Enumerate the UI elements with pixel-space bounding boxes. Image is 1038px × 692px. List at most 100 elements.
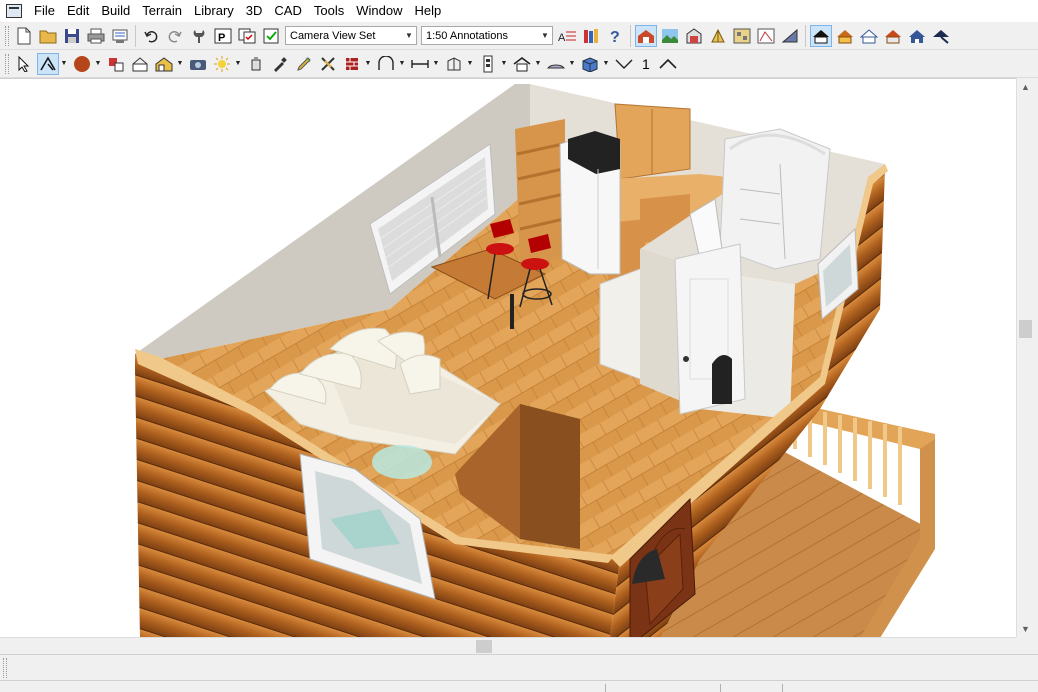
house-symbol-icon[interactable] (153, 53, 175, 75)
cross-section-icon[interactable] (683, 25, 705, 47)
camera-icon[interactable] (635, 24, 657, 47)
3d-camera-view[interactable] (0, 78, 1016, 637)
light-icon[interactable] (211, 53, 233, 75)
menu-bar: File Edit Build Terrain Library 3D CAD T… (0, 0, 1038, 22)
roof-icon-2[interactable] (834, 25, 856, 47)
chevron-down-icon[interactable]: ▼ (398, 53, 406, 75)
annotation-set-value: 1:50 Annotations (426, 29, 508, 42)
chevron-down-icon[interactable]: ▼ (568, 53, 576, 75)
select-arrow-icon[interactable] (13, 53, 35, 75)
roof-icon-3[interactable] (858, 25, 880, 47)
check-mark-icon[interactable] (613, 53, 635, 75)
main-toolbar: P Camera View Set ▼ 1:50 Annotations ▼ A… (0, 22, 1038, 50)
chair (712, 355, 732, 404)
plan-3d-icon[interactable] (731, 25, 753, 47)
save-icon[interactable] (61, 25, 83, 47)
chevron-down-icon[interactable]: ▼ (534, 53, 542, 75)
menu-terrain[interactable]: Terrain (136, 0, 188, 22)
eyedropper-icon[interactable] (269, 53, 291, 75)
menu-3d[interactable]: 3D (240, 0, 269, 22)
paint-bucket-icon[interactable] (245, 53, 267, 75)
menu-window[interactable]: Window (350, 0, 408, 22)
menu-edit[interactable]: Edit (61, 0, 95, 22)
scroll-up-icon[interactable]: ▲ (1017, 78, 1034, 95)
dimension-icon[interactable] (409, 53, 431, 75)
edit-toolbar: ▼ ▼ ▼ ▼ ▼ ▼ ▼ ▼ ▼ ▼ ▼ ▼ 1 (0, 50, 1038, 78)
chevron-down-icon[interactable]: ▼ (176, 53, 184, 75)
chevron-down-icon[interactable]: ▼ (466, 53, 474, 75)
refrigerator (559, 131, 621, 275)
menu-file[interactable]: File (28, 0, 61, 22)
cabin-3d-render[interactable] (0, 79, 1016, 637)
svg-text:A: A (558, 32, 566, 44)
scroll-down-icon[interactable]: ▼ (1017, 620, 1034, 637)
perspective-icon[interactable] (779, 25, 801, 47)
text-style-icon[interactable]: A (556, 25, 578, 47)
roof-icon-4[interactable] (882, 25, 904, 47)
menu-library[interactable]: Library (188, 0, 240, 22)
undo-icon[interactable] (140, 25, 162, 47)
wrench-icon[interactable] (188, 25, 210, 47)
svg-text:?: ? (610, 29, 620, 44)
chevron-down-icon[interactable]: ▼ (538, 27, 552, 44)
door-icon[interactable] (477, 53, 499, 75)
camera-tool-icon[interactable] (187, 53, 209, 75)
roof-icon-6[interactable] (930, 25, 952, 47)
cabinet-icon[interactable] (443, 53, 465, 75)
new-file-icon[interactable] (13, 25, 35, 47)
menu-cad[interactable]: CAD (268, 0, 307, 22)
app-icon[interactable] (6, 4, 22, 18)
print-icon[interactable] (85, 25, 107, 47)
annotation-set-select[interactable]: 1:50 Annotations ▼ (421, 26, 553, 45)
redo-icon[interactable] (164, 25, 186, 47)
terrain-view-icon[interactable] (659, 25, 681, 47)
chevron-down-icon[interactable]: ▼ (432, 53, 440, 75)
chevron-down-icon[interactable]: ▼ (94, 53, 102, 75)
chevron-down-icon[interactable]: ▼ (500, 53, 508, 75)
toolbar-separator (805, 24, 806, 47)
menu-tools[interactable]: Tools (308, 0, 350, 22)
elevation-icon[interactable] (755, 25, 777, 47)
status-cell-2 (720, 684, 782, 692)
horizontal-scroll-thumb[interactable] (476, 640, 492, 653)
chevron-down-icon[interactable]: ▼ (234, 53, 242, 75)
plan-view-icon[interactable]: P (212, 25, 234, 47)
horizontal-scrollbar[interactable] (0, 637, 1016, 654)
toolbar-grip[interactable] (3, 658, 7, 678)
cross-icon[interactable] (317, 53, 339, 75)
menu-help[interactable]: Help (408, 0, 447, 22)
window-border (1033, 78, 1038, 654)
toolbar-grip[interactable] (5, 25, 9, 46)
menu-build[interactable]: Build (95, 0, 136, 22)
help-icon[interactable]: ? (604, 25, 626, 47)
layer-display-icon[interactable] (236, 25, 258, 47)
material-painter-icon[interactable] (105, 53, 127, 75)
camera-view-set-select[interactable]: Camera View Set ▼ (285, 26, 417, 45)
stair-icon[interactable] (375, 53, 397, 75)
checklist-icon[interactable] (260, 25, 282, 47)
vertical-scroll-thumb[interactable] (1019, 320, 1032, 338)
library-books-icon[interactable] (580, 25, 602, 47)
print-preview-icon[interactable] (109, 25, 131, 47)
caret-icon[interactable] (657, 53, 679, 75)
color-circle-icon[interactable] (71, 53, 93, 75)
full-camera-icon[interactable] (707, 25, 729, 47)
roof-icon-5[interactable] (906, 25, 928, 47)
open-folder-icon[interactable] (37, 25, 59, 47)
wall-icon[interactable] (341, 53, 363, 75)
roof-icon-1[interactable] (810, 24, 832, 47)
status-cell-1 (605, 684, 720, 692)
chevron-down-icon[interactable]: ▼ (602, 53, 610, 75)
chevron-down-icon[interactable]: ▼ (364, 53, 372, 75)
chevron-down-icon[interactable]: ▼ (60, 53, 68, 75)
edit-tool-icon[interactable] (37, 52, 59, 75)
house-icon[interactable] (511, 53, 533, 75)
pencil-icon[interactable] (293, 53, 315, 75)
vertical-scrollbar[interactable]: ▲ ▼ (1016, 78, 1033, 637)
window-icon[interactable] (545, 53, 567, 75)
coffee-table (372, 445, 432, 479)
symbol-icon[interactable] (129, 53, 151, 75)
toolbar-grip[interactable] (5, 53, 9, 74)
box-icon[interactable] (579, 53, 601, 75)
chevron-down-icon[interactable]: ▼ (402, 27, 416, 44)
